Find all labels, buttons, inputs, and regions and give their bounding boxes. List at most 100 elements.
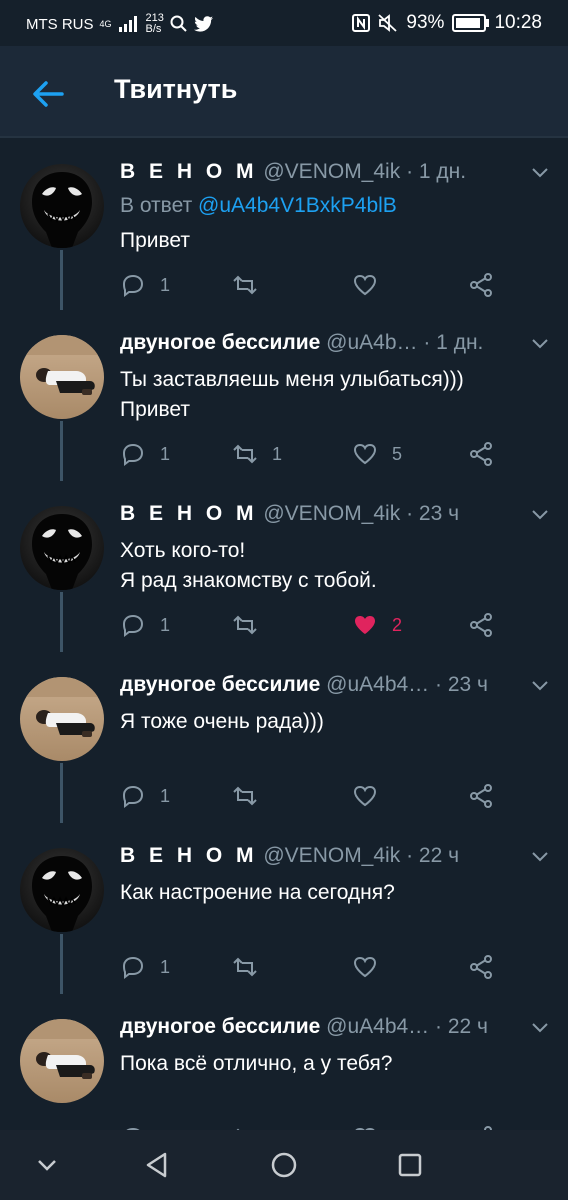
reply-button[interactable]: 1 xyxy=(120,612,170,638)
retweet-button[interactable] xyxy=(232,612,272,638)
like-button[interactable] xyxy=(352,783,392,809)
thread-line xyxy=(60,934,63,994)
share-button[interactable] xyxy=(468,272,494,298)
reply-to-line: В ответ @uA4b4V1BxkP4blB xyxy=(120,194,397,218)
avatar[interactable] xyxy=(20,848,104,932)
avatar[interactable] xyxy=(20,335,104,419)
page-title: Твитнуть xyxy=(114,74,238,104)
share-icon xyxy=(470,273,492,297)
user-handle[interactable]: @uA4b4… xyxy=(326,673,429,696)
tweet-text: Ты заставляешь меня улыбаться))) Привет xyxy=(120,365,464,425)
share-button[interactable] xyxy=(468,783,494,809)
speed-indicator: 213 B/s xyxy=(145,12,164,35)
user-handle[interactable]: @VENOM_4ik xyxy=(263,502,400,525)
share-icon xyxy=(470,955,492,979)
network-type: 4G xyxy=(99,18,112,29)
avatar[interactable] xyxy=(20,677,104,761)
reply-prefix: В ответ xyxy=(120,194,193,217)
tweet[interactable]: двуногое бессилие @uA4b… · 1 дн. Ты заст… xyxy=(0,309,568,481)
retweet-button[interactable] xyxy=(232,272,272,298)
like-button[interactable]: 5 xyxy=(352,441,402,467)
tweet-header: В Е Н О М @VENOM_4ik · 1 дн. xyxy=(120,160,530,184)
tweet-actions: 1 2 xyxy=(120,612,500,642)
reply-count: 1 xyxy=(160,614,171,635)
retweet-count: 1 xyxy=(272,443,283,464)
retweet-button[interactable] xyxy=(232,954,272,980)
timestamp: · 23 ч xyxy=(406,502,460,525)
chevron-down-icon[interactable] xyxy=(530,508,550,522)
nav-recents-icon[interactable] xyxy=(393,1148,427,1182)
reply-count: 1 xyxy=(160,274,171,295)
share-icon xyxy=(470,442,492,466)
tweet-text-line: Ты заставляешь меня улыбаться))) xyxy=(120,368,464,391)
share-icon xyxy=(470,613,492,637)
display-name[interactable]: В Е Н О М xyxy=(120,502,258,525)
thread-line xyxy=(60,250,63,310)
reply-button[interactable]: 1 xyxy=(120,272,170,298)
system-nav-bar xyxy=(0,1130,568,1200)
retweet-button[interactable] xyxy=(232,783,272,809)
reply-mention-link[interactable]: @uA4b4V1BxkP4blB xyxy=(198,194,397,217)
tweet-actions: 1 1 5 xyxy=(120,441,500,471)
chevron-down-icon[interactable] xyxy=(530,850,550,864)
display-name[interactable]: В Е Н О М xyxy=(120,844,258,867)
heart-filled-icon xyxy=(355,616,375,634)
like-button[interactable] xyxy=(352,954,392,980)
user-handle[interactable]: @VENOM_4ik xyxy=(263,844,400,867)
avatar[interactable] xyxy=(20,506,104,590)
tweet[interactable]: В Е Н О М @VENOM_4ik · 23 ч Хоть кого-то… xyxy=(0,480,568,652)
nav-home-icon[interactable] xyxy=(267,1148,301,1182)
reply-button[interactable]: 1 xyxy=(120,441,170,467)
retweet-button[interactable]: 1 xyxy=(232,441,282,467)
share-button[interactable] xyxy=(468,441,494,467)
tweet-header: В Е Н О М @VENOM_4ik · 23 ч xyxy=(120,502,530,526)
search-icon xyxy=(170,15,187,32)
nav-collapse-icon[interactable] xyxy=(30,1148,64,1182)
avatar[interactable] xyxy=(20,1019,104,1103)
like-button[interactable] xyxy=(352,272,392,298)
reply-icon xyxy=(122,614,144,637)
reply-icon xyxy=(122,785,144,808)
tweet-actions: 1 xyxy=(120,272,500,302)
retweet-icon xyxy=(233,275,257,295)
back-arrow-icon[interactable] xyxy=(28,74,68,114)
user-handle[interactable]: @uA4b… xyxy=(326,331,417,354)
display-name[interactable]: двуногое бессилие xyxy=(120,673,320,696)
tweet[interactable]: двуногое бессилие @uA4b4… · 22 ч Пока вс… xyxy=(0,993,568,1130)
tweet[interactable]: В Е Н О М @VENOM_4ik · 22 ч Как настроен… xyxy=(0,822,568,994)
user-handle[interactable]: @uA4b4… xyxy=(326,1015,429,1038)
tweet-text: Я тоже очень рада))) xyxy=(120,710,324,733)
timestamp: · 22 ч xyxy=(435,1015,488,1038)
tweet-actions: 1 xyxy=(120,783,500,813)
reply-button[interactable]: 1 xyxy=(120,783,170,809)
like-button[interactable]: 2 xyxy=(352,612,402,638)
timestamp: · 1 дн. xyxy=(406,160,467,183)
timestamp: · 22 ч xyxy=(406,844,460,867)
display-name[interactable]: двуногое бессилие xyxy=(120,1015,320,1038)
reply-count: 1 xyxy=(160,785,171,806)
share-button[interactable] xyxy=(468,954,494,980)
chevron-down-icon[interactable] xyxy=(530,1021,550,1035)
like-count: 5 xyxy=(392,443,403,464)
retweet-icon xyxy=(233,786,257,806)
thread-line xyxy=(60,763,63,823)
chevron-down-icon[interactable] xyxy=(530,679,550,693)
retweet-icon xyxy=(233,615,257,635)
tweet-text-line: Я рад знакомству с тобой. xyxy=(120,569,377,592)
display-name[interactable]: В Е Н О М xyxy=(120,160,258,183)
share-icon xyxy=(470,784,492,808)
chevron-down-icon[interactable] xyxy=(530,166,550,180)
tweet[interactable]: двуногое бессилие @uA4b4… · 23 ч Я тоже … xyxy=(0,651,568,823)
tweet[interactable]: В Е Н О М @VENOM_4ik · 1 дн. В ответ @uA… xyxy=(0,138,568,310)
reply-button[interactable]: 1 xyxy=(120,954,170,980)
app-header: Твитнуть xyxy=(0,46,568,138)
display-name[interactable]: двуногое бессилие xyxy=(120,331,320,354)
heart-icon xyxy=(353,274,377,296)
user-handle[interactable]: @VENOM_4ik xyxy=(263,160,400,183)
battery-percent: 93% xyxy=(406,12,445,33)
tweet-header: двуногое бессилие @uA4b… · 1 дн. xyxy=(120,331,530,355)
avatar[interactable] xyxy=(20,164,104,248)
chevron-down-icon[interactable] xyxy=(530,337,550,351)
share-button[interactable] xyxy=(468,612,494,638)
nav-back-icon[interactable] xyxy=(140,1148,174,1182)
